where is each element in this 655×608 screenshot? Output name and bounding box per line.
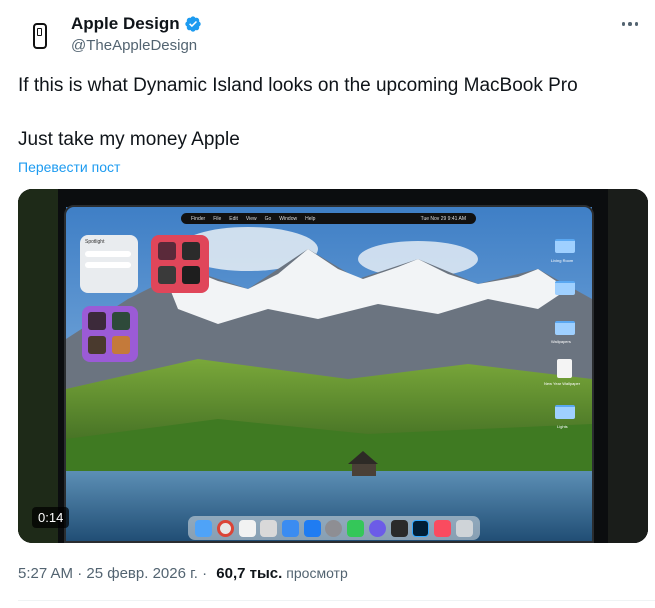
more-dot (634, 22, 639, 26)
laptop-screen-frame (64, 205, 594, 543)
post-date[interactable]: 25 февр. 2026 г. (86, 565, 198, 582)
more-horizontal-icon (621, 22, 626, 26)
author-name-row: Apple Design (71, 14, 202, 34)
divider (18, 600, 655, 601)
post-meta: 5:27 AM · 25 февр. 2026 г. · 60,7 тыс. п… (18, 565, 348, 582)
more-options-button[interactable] (617, 14, 643, 34)
post-text-line-2: Just take my money Apple (18, 129, 240, 150)
post-text-line-1: If this is what Dynamic Island looks on … (18, 75, 578, 96)
video-player[interactable]: Finder File Edit View Go Window Help Tue… (18, 189, 648, 543)
author-handle[interactable]: @TheAppleDesign (71, 37, 202, 54)
more-dot (628, 22, 632, 26)
phone-outline-icon (33, 23, 47, 49)
verified-badge-icon (184, 16, 201, 32)
meta-separator: · (73, 565, 87, 582)
avatar[interactable] (18, 14, 62, 58)
views-count: 60,7 тыс. (216, 565, 283, 582)
translate-post-link[interactable]: Перевести пост (18, 159, 120, 175)
author-block: Apple Design @TheAppleDesign (71, 14, 202, 54)
meta-separator: · (197, 565, 212, 582)
post-time[interactable]: 5:27 AM (18, 565, 73, 582)
views-label: просмотр (286, 565, 348, 581)
author-name[interactable]: Apple Design (71, 14, 180, 34)
video-duration-badge: 0:14 (32, 507, 70, 528)
